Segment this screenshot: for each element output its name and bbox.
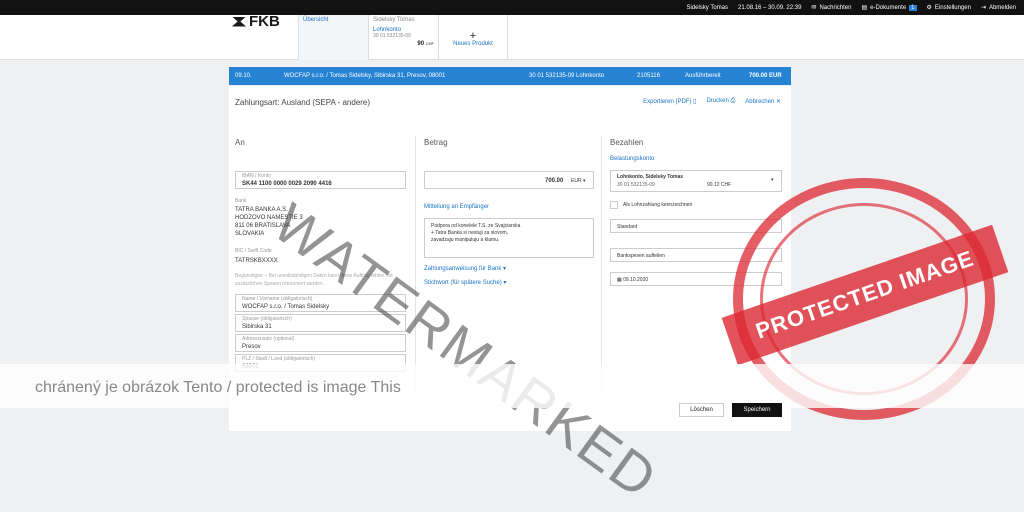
calendar-icon: ▦ 09.10.2020 bbox=[617, 277, 649, 283]
band-recipient: WOCFAP s.r.o. / Tomas Sidelsky, Sibirska… bbox=[284, 73, 446, 79]
gear-icon: ⚙ bbox=[926, 5, 932, 11]
payment-summary-row[interactable]: 09.10. WOCFAP s.r.o. / Tomas Sidelsky, S… bbox=[229, 67, 791, 85]
edocs-badge: 1 bbox=[909, 4, 917, 11]
delete-button[interactable]: Löschen bbox=[679, 403, 724, 417]
bank-line: SLOVAKIA bbox=[235, 231, 265, 237]
settings-link[interactable]: ⚙ Einstellungen bbox=[926, 4, 971, 12]
section-betrag: Betrag bbox=[424, 138, 448, 147]
bic-value: TATRSKBXXXX bbox=[235, 258, 278, 264]
payment-instruction-toggle[interactable]: Zahlungsanweisung für Bank ▾ bbox=[424, 265, 506, 272]
band-account: 30 01 532135-09 Lohnkonto bbox=[529, 73, 605, 79]
cancel-link[interactable]: Abbrechen ✕ bbox=[745, 98, 781, 105]
close-icon: ✕ bbox=[775, 99, 781, 105]
protected-notice: chránený je obrázok Tento / protected is… bbox=[35, 379, 401, 396]
message-link[interactable]: Mitteilung an Empfänger bbox=[424, 204, 489, 210]
iban-field[interactable]: IBAN / Konto SK44 1100 0000 0029 2090 44… bbox=[235, 171, 406, 189]
export-pdf-link[interactable]: Exportieren (PDF) ▯ bbox=[643, 98, 696, 105]
top-bar: Sidelsky Tomas 21.08.16 – 30.09. 22:39 ✉… bbox=[0, 0, 1024, 15]
chevron-down-icon: ▾ bbox=[771, 177, 774, 183]
bank-line: TATRA BANKA A.S. bbox=[235, 207, 288, 213]
new-product-tab[interactable]: + Neues Produkt bbox=[438, 15, 508, 60]
salary-checkbox[interactable] bbox=[610, 201, 618, 209]
account-amount: 90 CHF bbox=[417, 41, 434, 47]
section-an: An bbox=[235, 138, 245, 147]
messages-link[interactable]: ✉ Nachrichten bbox=[811, 4, 851, 12]
mail-icon: ✉ bbox=[811, 5, 817, 11]
print-link[interactable]: Drucken ⎙ bbox=[706, 98, 735, 105]
debit-account-label: Belastungskonto bbox=[610, 156, 655, 162]
logout-link[interactable]: ⇥ Abmelden bbox=[980, 4, 1016, 12]
address-extra-field[interactable]: Adresszusatz (optional) Presov bbox=[235, 334, 406, 352]
band-amount: 700.00 EUR bbox=[749, 73, 782, 79]
form-actions: Exportieren (PDF) ▯ Drucken ⎙ Abbrechen … bbox=[643, 98, 781, 105]
form-title: Zahlungsart: Ausland (SEPA - andere) bbox=[235, 98, 371, 107]
band-ref: 2105116 bbox=[637, 73, 660, 79]
divider bbox=[601, 136, 602, 391]
logout-icon: ⇥ bbox=[980, 5, 986, 11]
bic-label: BIC / Swift Code bbox=[235, 248, 272, 254]
keyword-toggle[interactable]: Stichwort (für spätere Suche) ▾ bbox=[424, 279, 506, 286]
tab-overview[interactable]: Übersicht bbox=[298, 15, 368, 60]
logo[interactable]: FKB bbox=[232, 13, 280, 30]
account-owner: Sidelsky Tomas bbox=[373, 17, 415, 23]
currency-select[interactable]: EUR ▾ bbox=[571, 177, 585, 185]
band-date: 09.10. bbox=[235, 73, 252, 79]
band-status: Ausführbereit bbox=[685, 73, 721, 79]
plus-icon: + bbox=[469, 30, 477, 42]
account-number: 30 01 532135-09 bbox=[373, 33, 411, 39]
save-button[interactable]: Speichern bbox=[732, 403, 782, 417]
message-textarea[interactable]: Podpora od konelele T.S. ze Svajciarska … bbox=[424, 218, 594, 258]
logo-icon bbox=[232, 16, 246, 27]
header bbox=[0, 15, 1024, 60]
account-tab[interactable]: Sidelsky Tomas Lohnkonto 30 01 532135-09… bbox=[368, 15, 438, 60]
session-period: 21.08.16 – 30.09. 22:39 bbox=[738, 4, 802, 11]
amount-field[interactable]: 700.00 EUR ▾ bbox=[424, 171, 594, 189]
bank-label: Bank bbox=[235, 198, 247, 204]
debit-account-select[interactable]: Lohnkonto, Sidelsky Tomas 30 01 532135-0… bbox=[610, 170, 782, 192]
salary-checkbox-label: Als Lohnzahlung kennzeichnen bbox=[623, 202, 693, 208]
user-name: Sidelsky Tomas bbox=[686, 4, 729, 11]
edocs-link[interactable]: ▤ e-Dokumente 1 bbox=[861, 4, 917, 11]
document-icon: ▤ bbox=[861, 5, 868, 11]
section-bezahlen: Bezahlen bbox=[610, 138, 644, 147]
